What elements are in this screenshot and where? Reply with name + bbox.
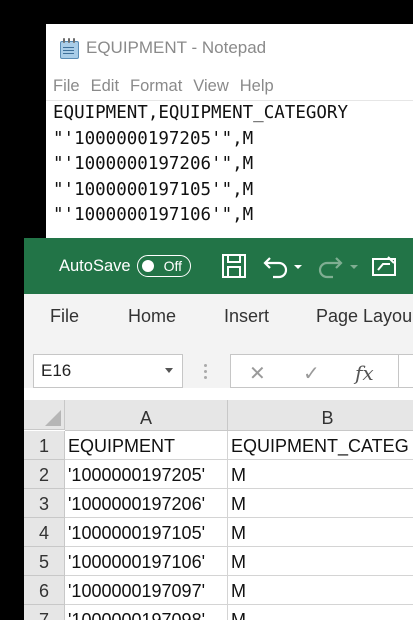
table-row: 1 EQUIPMENT EQUIPMENT_CATEG bbox=[24, 431, 413, 460]
text-line: "'1000000197206'",M bbox=[53, 154, 254, 174]
cell-a[interactable]: '1000000197106' bbox=[65, 547, 228, 576]
cell-b[interactable]: M bbox=[228, 605, 413, 620]
tab-home[interactable]: Home bbox=[128, 306, 176, 327]
worksheet-grid: A B 1 EQUIPMENT EQUIPMENT_CATEG 2 '10000… bbox=[24, 400, 413, 620]
formula-controls: ✕ ✓ fx bbox=[230, 354, 400, 388]
text-line: "'1000000197105'",M bbox=[53, 179, 254, 200]
notepad-app-icon bbox=[59, 38, 79, 59]
name-box-value: E16 bbox=[41, 361, 72, 380]
row-header[interactable]: 3 bbox=[24, 489, 65, 518]
column-header-a[interactable]: A bbox=[65, 400, 228, 430]
tab-file[interactable]: File bbox=[50, 306, 79, 327]
menu-view[interactable]: View bbox=[193, 77, 228, 96]
formula-input[interactable] bbox=[398, 354, 413, 388]
formula-bar-grip-icon[interactable] bbox=[204, 364, 207, 382]
excel-title-bar: AutoSave Off bbox=[24, 238, 413, 294]
name-box[interactable]: E16 bbox=[33, 354, 183, 388]
notepad-text-area[interactable]: EQUIPMENT,EQUIPMENT_CATEGORY "'1000000197… bbox=[53, 101, 413, 229]
menu-file[interactable]: File bbox=[53, 77, 80, 96]
cell-a[interactable]: EQUIPMENT bbox=[65, 431, 228, 460]
redo-dropdown-icon[interactable] bbox=[348, 252, 360, 280]
cell-a[interactable]: '1000000197205' bbox=[65, 460, 228, 489]
tab-insert[interactable]: Insert bbox=[224, 306, 269, 327]
table-row: 7 '1000000197098' M bbox=[24, 605, 413, 620]
redo-icon[interactable] bbox=[316, 252, 344, 280]
cell-a[interactable]: '1000000197105' bbox=[65, 518, 228, 547]
cell-a[interactable]: '1000000197206' bbox=[65, 489, 228, 518]
notepad-title: EQUIPMENT - Notepad bbox=[86, 38, 267, 57]
table-row: 6 '1000000197097' M bbox=[24, 576, 413, 605]
text-line: "'1000000197106'",M bbox=[53, 205, 254, 225]
chevron-down-icon[interactable] bbox=[165, 368, 173, 373]
row-header[interactable]: 2 bbox=[24, 460, 65, 489]
ribbon-tabs: File Home Insert Page Layou bbox=[24, 294, 413, 340]
text-line: EQUIPMENT,EQUIPMENT_CATEGORY bbox=[53, 103, 349, 123]
menu-edit[interactable]: Edit bbox=[91, 77, 119, 96]
table-row: 5 '1000000197106' M bbox=[24, 547, 413, 576]
toggle-knob bbox=[141, 260, 154, 272]
autosave-label: AutoSave bbox=[59, 256, 131, 275]
cell-b[interactable]: M bbox=[228, 518, 413, 547]
table-row: 3 '1000000197206' M bbox=[24, 489, 413, 518]
table-row: 4 '1000000197105' M bbox=[24, 518, 413, 547]
save-icon[interactable] bbox=[220, 252, 248, 280]
menu-help[interactable]: Help bbox=[240, 77, 274, 96]
cancel-icon[interactable]: ✕ bbox=[249, 361, 266, 386]
autosave-state: Off bbox=[163, 258, 182, 274]
menu-format[interactable]: Format bbox=[130, 77, 182, 96]
cell-b[interactable]: M bbox=[228, 576, 413, 605]
undo-icon[interactable] bbox=[262, 252, 290, 280]
column-header-b[interactable]: B bbox=[228, 400, 413, 430]
notepad-window: EQUIPMENT - Notepad File Edit Format Vie… bbox=[46, 24, 413, 238]
excel-window: AutoSave Off File Home Insert Page Layou… bbox=[24, 238, 413, 620]
notepad-title-bar[interactable]: EQUIPMENT - Notepad bbox=[46, 24, 413, 72]
row-header[interactable]: 6 bbox=[24, 576, 65, 605]
form-icon[interactable] bbox=[370, 252, 398, 280]
text-line: "'1000000197205'",M bbox=[53, 128, 254, 149]
cell-b[interactable]: M bbox=[228, 460, 413, 489]
cell-a[interactable]: '1000000197098' bbox=[65, 605, 228, 620]
cell-b[interactable]: M bbox=[228, 547, 413, 576]
column-header-row: A B bbox=[65, 400, 413, 431]
cell-b[interactable]: M bbox=[228, 489, 413, 518]
tab-page-layout[interactable]: Page Layou bbox=[316, 306, 412, 327]
row-header[interactable]: 5 bbox=[24, 547, 65, 576]
row-header[interactable]: 1 bbox=[24, 431, 65, 460]
undo-dropdown-icon[interactable] bbox=[292, 252, 304, 280]
formula-bar: E16 ✕ ✓ fx bbox=[24, 340, 413, 388]
cell-b[interactable]: EQUIPMENT_CATEG bbox=[228, 431, 413, 460]
autosave-toggle[interactable]: Off bbox=[136, 255, 191, 277]
row-header[interactable]: 4 bbox=[24, 518, 65, 547]
cell-a[interactable]: '1000000197097' bbox=[65, 576, 228, 605]
row-header[interactable]: 7 bbox=[24, 605, 65, 620]
insert-function-icon[interactable]: fx bbox=[355, 361, 374, 385]
notepad-menu-bar: File Edit Format View Help bbox=[46, 72, 413, 101]
select-all-button[interactable] bbox=[24, 400, 65, 430]
enter-icon[interactable]: ✓ bbox=[303, 361, 320, 386]
table-row: 2 '1000000197205' M bbox=[24, 460, 413, 489]
